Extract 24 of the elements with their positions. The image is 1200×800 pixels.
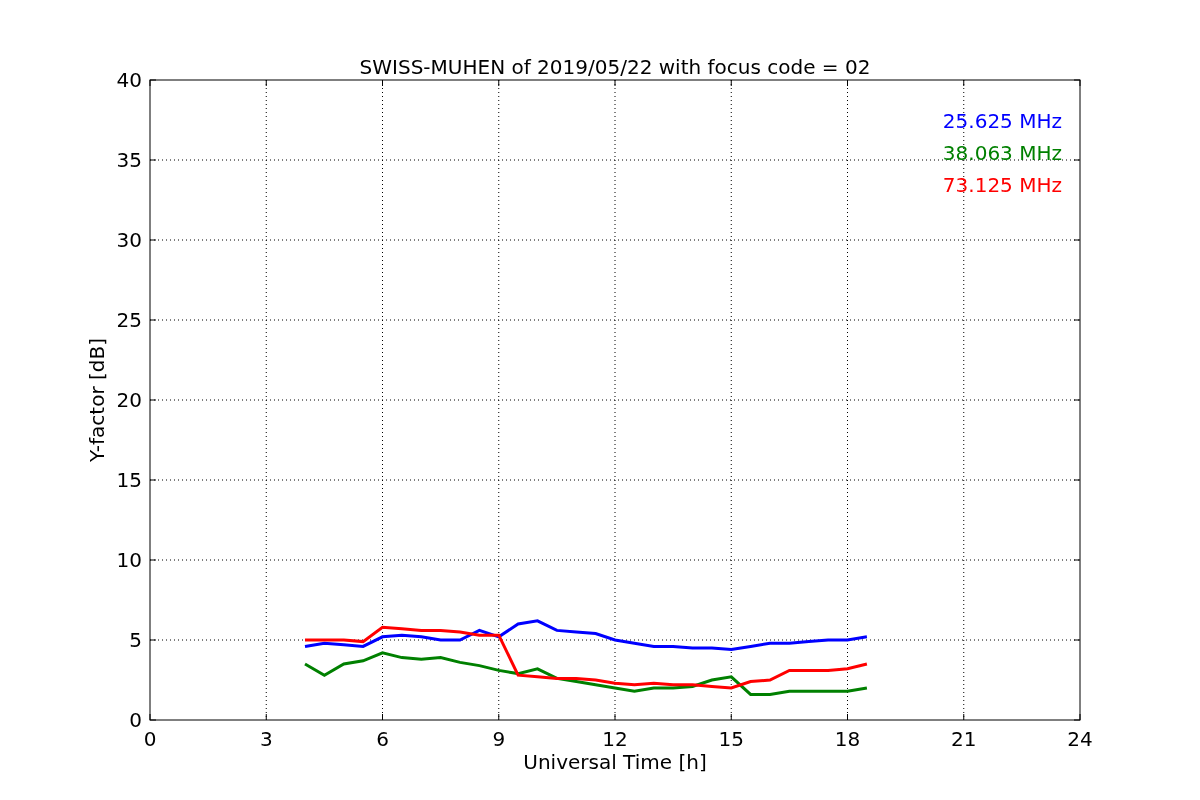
x-tick-label: 6: [376, 727, 389, 751]
y-tick-label: 5: [129, 628, 142, 652]
y-tick-label: 0: [129, 708, 142, 732]
x-tick-label: 24: [1067, 727, 1093, 751]
legend-label: 38.063 MHz: [942, 141, 1062, 165]
x-tick-label: 21: [951, 727, 977, 751]
x-tick-label: 15: [718, 727, 744, 751]
chart-title: SWISS-MUHEN of 2019/05/22 with focus code = 02: [359, 55, 871, 79]
y-tick-label: 40: [116, 68, 142, 92]
legend-label: 73.125 MHz: [942, 173, 1062, 197]
y-tick-label: 25: [116, 308, 142, 332]
y-tick-label: 10: [116, 548, 142, 572]
x-tick-label: 12: [602, 727, 628, 751]
y-tick-label: 15: [116, 468, 142, 492]
y-tick-label: 30: [116, 228, 142, 252]
legend-label: 25.625 MHz: [942, 109, 1062, 133]
x-tick-label: 18: [834, 727, 861, 751]
x-tick-label: 9: [492, 727, 506, 751]
x-tick-label: 0: [143, 727, 157, 751]
x-tick-label: 3: [259, 727, 273, 751]
y-tick-label: 20: [116, 388, 142, 412]
y-axis-label: Y-factor [dB]: [85, 338, 109, 462]
x-axis-label: Universal Time [h]: [523, 750, 707, 774]
y-tick-label: 35: [116, 148, 142, 172]
